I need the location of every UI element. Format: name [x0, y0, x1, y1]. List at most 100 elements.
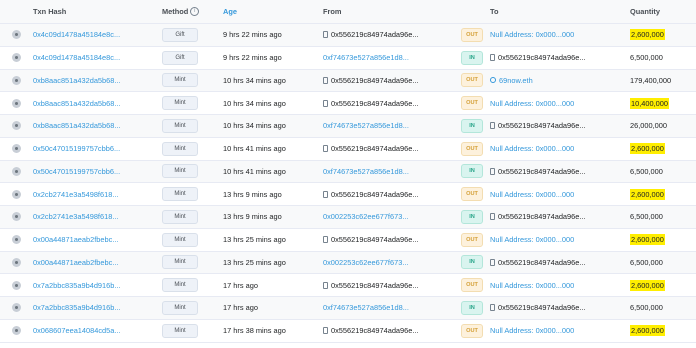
eye-icon	[12, 75, 21, 85]
to-address: 0x556219c84974ada96e...	[498, 166, 586, 176]
direction-badge: OUT	[461, 73, 483, 88]
method-cell: Mint	[162, 323, 223, 338]
row-preview-button[interactable]	[0, 98, 33, 108]
contract-icon	[323, 145, 328, 153]
contract-icon	[490, 167, 495, 175]
to-address[interactable]: Null Address: 0x000...000	[490, 281, 574, 290]
to-address[interactable]: 69now.eth	[499, 76, 533, 85]
row-preview-button[interactable]	[0, 75, 33, 85]
eye-icon	[12, 280, 21, 290]
direction-badge: OUT	[461, 278, 483, 293]
quantity-value: 6,500,000	[630, 303, 663, 313]
direction-badge: OUT	[461, 232, 483, 247]
txn-hash-link[interactable]: 0x00a44871aeab2fbebc...	[33, 258, 162, 267]
to-cell: Null Address: 0x000...000	[490, 190, 630, 199]
to-address[interactable]: Null Address: 0x000...000	[490, 190, 574, 199]
txn-hash-link[interactable]: 0x50c47015199757cbb6...	[33, 167, 162, 176]
row-preview-button[interactable]	[0, 53, 33, 63]
method-badge: Mint	[162, 73, 198, 88]
table-row: 0x7a2bbc835a9b4d916b... Mint 17 hrs ago 0xf…	[0, 297, 696, 320]
table-row: 0x50c47015199757cbb6... Mint 10 hrs 41 min…	[0, 160, 696, 184]
age-cell: 17 hrs ago	[223, 303, 258, 313]
row-preview-button[interactable]	[0, 30, 33, 40]
method-badge: Mint	[162, 187, 198, 202]
table-row: 0x2cb2741e3a5498f618... Mint 13 hrs 9 mins…	[0, 183, 696, 206]
row-preview-button[interactable]	[0, 326, 33, 336]
quantity-cell: 2,600,000	[630, 325, 696, 337]
txn-hash-link[interactable]: 0xb8aac851a432da5b68...	[33, 121, 162, 130]
direction-cell: IN	[461, 300, 490, 315]
row-preview-button[interactable]	[0, 212, 33, 222]
method-cell: Mint	[162, 118, 223, 133]
table-body: 0x4c09d1478a45184e8c... Gift 9 hrs 22 mins…	[0, 24, 696, 343]
table-row: 0xb8aac851a432da5b68... Mint 10 hrs 34 min…	[0, 92, 696, 115]
txn-hash-link[interactable]: 0x2cb2741e3a5498f618...	[33, 212, 162, 221]
direction-badge: IN	[461, 164, 483, 179]
txn-hash-link[interactable]: 0x4c09d1478a45184e8c...	[33, 30, 162, 39]
row-preview-button[interactable]	[0, 235, 33, 245]
table-row: 0xb8aac851a432da5b68... Mint 10 hrs 34 min…	[0, 69, 696, 93]
method-cell: Mint	[162, 209, 223, 224]
txn-hash-link[interactable]: 0x068607eea14084cd5a...	[33, 326, 162, 335]
from-address[interactable]: 0x002253c62ee677f673...	[323, 258, 408, 267]
to-address[interactable]: Null Address: 0x000...000	[490, 99, 574, 108]
from-address[interactable]: 0xf74673e527a856e1d8...	[323, 167, 409, 176]
method-badge: Mint	[162, 118, 198, 133]
txn-hash-link[interactable]: 0x7a2bbc835a9b4d916b...	[33, 281, 162, 290]
header-from: From	[323, 7, 342, 16]
header-method[interactable]: Method i	[162, 7, 223, 17]
method-cell: Mint	[162, 164, 223, 179]
direction-badge: OUT	[461, 141, 483, 156]
from-address: 0x556219c84974ada96e...	[331, 75, 419, 85]
to-cell: 0x556219c84974ada96e...	[490, 258, 630, 267]
contract-icon	[490, 258, 495, 266]
contract-icon	[323, 327, 328, 335]
row-preview-button[interactable]	[0, 303, 33, 313]
row-preview-button[interactable]	[0, 280, 33, 290]
quantity-cell: 6,500,000	[630, 167, 696, 176]
txn-hash-link[interactable]: 0x50c47015199757cbb6...	[33, 144, 162, 153]
quantity-value: 10,400,000	[630, 97, 669, 109]
age-cell: 9 hrs 22 mins ago	[223, 30, 282, 40]
direction-cell: IN	[461, 50, 490, 65]
row-preview-button[interactable]	[0, 189, 33, 199]
row-preview-button[interactable]	[0, 144, 33, 154]
from-address[interactable]: 0xf74673e527a856e1d8...	[323, 303, 409, 312]
direction-cell: OUT	[461, 278, 490, 293]
row-preview-button[interactable]	[0, 166, 33, 176]
to-address[interactable]: Null Address: 0x000...000	[490, 326, 574, 335]
txn-hash-link[interactable]: 0x4c09d1478a45184e8c...	[33, 53, 162, 62]
to-address: 0x556219c84974ada96e...	[498, 53, 586, 63]
direction-badge: IN	[461, 118, 483, 133]
age-cell: 17 hrs ago	[223, 280, 258, 290]
to-address[interactable]: Null Address: 0x000...000	[490, 144, 574, 153]
from-address: 0x556219c84974ada96e...	[331, 189, 419, 199]
from-address: 0x556219c84974ada96e...	[331, 30, 419, 40]
quantity-value: 6,500,000	[630, 212, 663, 222]
contract-icon	[490, 122, 495, 130]
row-preview-button[interactable]	[0, 257, 33, 267]
quantity-value: 2,600,000	[630, 279, 665, 291]
txn-hash-link[interactable]: 0x00a44871aeab2fbebc...	[33, 235, 162, 244]
table-row: 0x2cb2741e3a5498f618... Mint 13 hrs 9 mins…	[0, 206, 696, 229]
direction-badge: IN	[461, 255, 483, 270]
from-address[interactable]: 0x002253c62ee677f673...	[323, 212, 408, 221]
table-row: 0x4c09d1478a45184e8c... Gift 9 hrs 22 mins…	[0, 24, 696, 47]
method-badge: Mint	[162, 278, 198, 293]
info-icon[interactable]: i	[190, 7, 200, 17]
to-address[interactable]: Null Address: 0x000...000	[490, 235, 574, 244]
txn-hash-link[interactable]: 0x7a2bbc835a9b4d916b...	[33, 303, 162, 312]
txn-hash-link[interactable]: 0xb8aac851a432da5b68...	[33, 76, 162, 85]
txn-hash-link[interactable]: 0x2cb2741e3a5498f618...	[33, 190, 162, 199]
to-address[interactable]: Null Address: 0x000...000	[490, 30, 574, 39]
method-badge: Mint	[162, 96, 198, 111]
method-cell: Mint	[162, 278, 223, 293]
quantity-value: 2,600,000	[630, 234, 665, 246]
txn-hash-link[interactable]: 0xb8aac851a432da5b68...	[33, 99, 162, 108]
from-address[interactable]: 0xf74673e527a856e1d8...	[323, 53, 409, 62]
row-preview-button[interactable]	[0, 121, 33, 131]
from-address: 0x556219c84974ada96e...	[331, 280, 419, 290]
from-address: 0x556219c84974ada96e...	[331, 98, 419, 108]
header-age-toggle[interactable]: Age	[223, 7, 323, 16]
from-address[interactable]: 0xf74673e527a856e1d8...	[323, 121, 409, 130]
